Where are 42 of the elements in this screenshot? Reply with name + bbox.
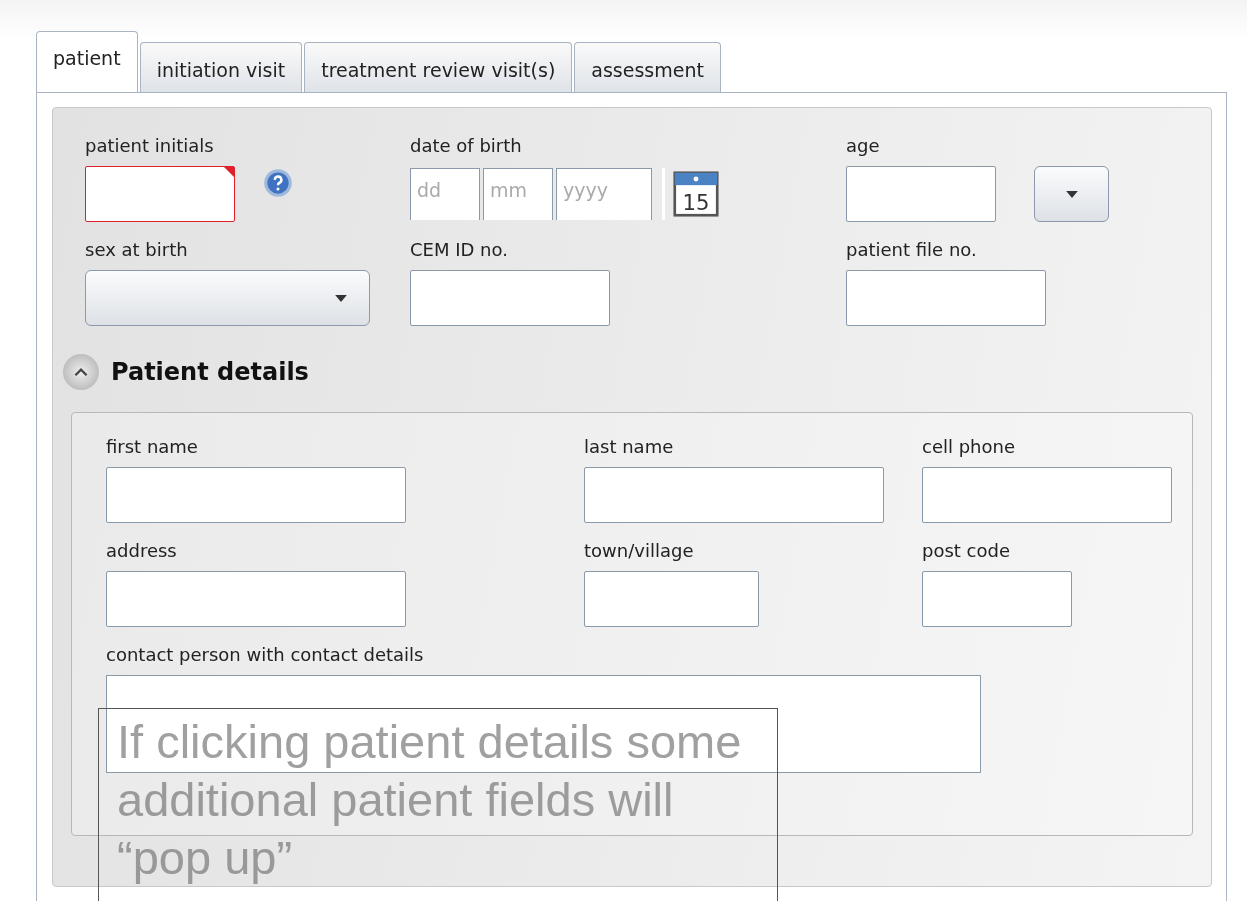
field-label: patient initials <box>85 134 215 158</box>
annotation-note: If clicking patient details some additional patient fields will “pop up” <box>98 708 778 901</box>
text-field[interactable] <box>584 571 759 627</box>
text-field[interactable] <box>106 571 406 627</box>
field-label: post code <box>922 539 1011 563</box>
caret-icon <box>335 294 347 302</box>
field-label: patient file no. <box>846 238 978 262</box>
tab[interactable]: patient <box>36 31 138 93</box>
section-title: Patient details <box>111 358 309 386</box>
text-field[interactable] <box>922 571 1072 627</box>
caret-icon <box>1065 190 1078 198</box>
field-label: address <box>106 539 178 563</box>
text-field[interactable] <box>106 467 406 523</box>
field-label: sex at birth <box>85 238 189 262</box>
field-label: last name <box>584 435 675 459</box>
date-part-field[interactable]: dd <box>410 168 480 220</box>
field-label: first name <box>106 435 199 459</box>
dropdown-button[interactable] <box>1034 166 1109 222</box>
field-label: age <box>846 134 881 158</box>
field-label: date of birth <box>410 134 523 158</box>
date-part-field[interactable]: mm <box>483 168 553 220</box>
calendar-icon[interactable]: 15 <box>673 171 719 217</box>
text-field[interactable] <box>846 270 1046 326</box>
tab[interactable]: initiation visit <box>139 42 303 92</box>
error-corner-icon <box>224 167 234 177</box>
dropdown-select[interactable] <box>85 270 370 326</box>
field-label: contact person with contact details <box>106 643 425 667</box>
field-label: town/village <box>584 539 695 563</box>
text-field[interactable] <box>846 166 996 222</box>
text-field[interactable] <box>922 467 1172 523</box>
chevron-icon <box>74 367 88 377</box>
tab[interactable]: treatment review visit(s) <box>304 42 573 92</box>
text-field[interactable] <box>85 166 235 222</box>
collapse-toggle[interactable] <box>63 354 99 390</box>
tab[interactable]: assessment <box>574 42 721 92</box>
text-field[interactable] <box>584 467 884 523</box>
date-part-field[interactable]: yyyy <box>556 168 652 220</box>
text-field[interactable] <box>410 270 610 326</box>
field-label: cell phone <box>922 435 1017 459</box>
text-area[interactable] <box>106 675 981 773</box>
field-label: CEM ID no. <box>410 238 509 262</box>
help-icon[interactable] <box>263 168 293 198</box>
